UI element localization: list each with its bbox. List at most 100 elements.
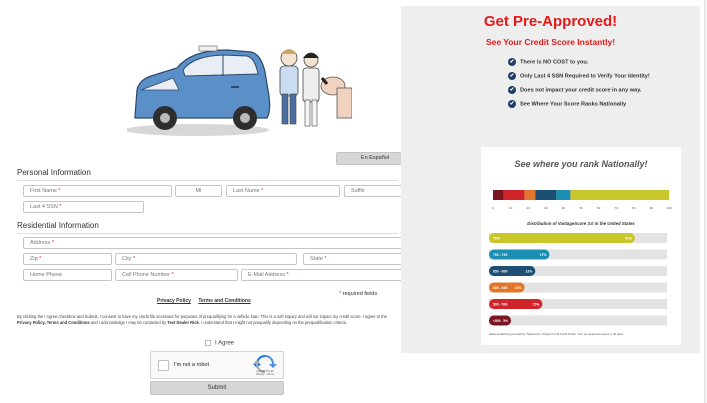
- required-mark: *: [324, 256, 327, 262]
- scale-segment: [570, 190, 669, 200]
- consent-policy-bold: Privacy Policy, Terms and Conditions: [17, 320, 90, 326]
- submit-button[interactable]: Submit: [150, 381, 284, 395]
- scale-tick-label: 50: [579, 206, 583, 210]
- email-placeholder: E-Mail Address: [248, 272, 285, 278]
- zip-field[interactable]: Zip *: [23, 253, 112, 265]
- required-mark: *: [39, 256, 42, 262]
- required-mark: *: [171, 272, 174, 278]
- address-field[interactable]: Address *: [23, 237, 410, 249]
- ssn-last4-field[interactable]: Last 4 SSN *: [23, 201, 144, 213]
- consent-part-2: and I acknowledge I may be contacted by: [89, 320, 168, 326]
- rank-footnote: National Ranking provided by TransUnion.…: [489, 332, 624, 336]
- bar-value-label: 15%: [533, 302, 540, 306]
- distribution-title: Distribution of VantageScore 3.0 in the …: [527, 221, 635, 226]
- bar-value-label: 5%: [503, 319, 508, 323]
- benefit-item: ✔ Only Last 4 SSN Required to Verify Your…: [508, 72, 650, 80]
- state-placeholder: State: [310, 256, 323, 262]
- cell-phone-placeholder: Cell Phone Number: [122, 272, 170, 278]
- benefit-text: There is NO COST to you.: [520, 59, 589, 66]
- scale-tick-label: 0: [492, 206, 494, 210]
- required-note-text: required fields: [342, 291, 378, 297]
- check-circle-icon: ✔: [508, 100, 516, 108]
- benefit-text: Does not impact your credit score in any…: [520, 87, 642, 94]
- first-name-field[interactable]: First Name *: [23, 185, 172, 197]
- email-field[interactable]: E-Mail Address *: [241, 269, 410, 281]
- lead-form: En Español Personal Information First Na…: [17, 0, 414, 403]
- policy-links: Privacy Policy Terms and Conditions: [157, 298, 257, 304]
- benefit-item: ✔ Does not impact your credit score in an…: [508, 86, 641, 94]
- consent-part-1: By clicking the I Agree checkbox and Sub…: [17, 314, 387, 319]
- panel-subtitle: See Your Credit Score Instantly!: [485, 37, 616, 47]
- residential-info-heading: Residential Information: [17, 221, 99, 230]
- consent-part-3: . I understand that I might not prequali…: [198, 320, 347, 326]
- bar-value-label: 41%: [625, 236, 632, 240]
- bar-category-label: 700 - 749: [493, 253, 507, 257]
- score-distribution-chart: 750+ 41% 700 - 749 17% 650 - 699 13% 600 - 649…: [489, 233, 667, 326]
- zip-placeholder: Zip: [30, 256, 38, 262]
- city-field[interactable]: City *: [115, 253, 297, 265]
- home-phone-placeholder: Home Phone: [30, 272, 63, 278]
- last-name-placeholder: Last Name: [233, 188, 260, 194]
- mi-placeholder: MI: [195, 188, 202, 194]
- rank-title: See where you rank Nationally!: [514, 159, 648, 169]
- ssn-placeholder: Last 4 SSN: [30, 204, 58, 210]
- recaptcha-terms-link[interactable]: Privacy - Terms: [248, 373, 282, 376]
- preapproval-panel: Get Pre-Approved! See Your Credit Score …: [401, 6, 700, 353]
- bar-value-label: 13%: [525, 269, 532, 273]
- consent-text: By clicking the I Agree checkbox and Sub…: [17, 314, 398, 326]
- national-rank-card: See where you rank Nationally! 0 10 20 30 40…: [481, 147, 681, 345]
- required-mark: *: [59, 204, 62, 210]
- benefit-item: ✔ See Where Your Score Ranks Nationally: [508, 100, 626, 108]
- required-mark: *: [339, 291, 342, 297]
- agree-checkbox[interactable]: [205, 340, 211, 346]
- terms-conditions-link[interactable]: Terms and Conditions: [198, 298, 250, 304]
- city-placeholder: City: [122, 256, 132, 262]
- scale-segment: [503, 190, 525, 200]
- recaptcha-label: I'm not a robot: [174, 362, 209, 368]
- required-mark: *: [133, 256, 136, 262]
- scale-tick-label: 70: [615, 206, 619, 210]
- scale-segment: [535, 190, 557, 200]
- home-phone-field[interactable]: Home Phone: [23, 269, 112, 281]
- panel-title: Get Pre-Approved!: [483, 13, 618, 30]
- scale-tick-label: 100: [666, 206, 671, 210]
- agree-row[interactable]: I Agree: [205, 340, 234, 347]
- check-circle-icon: ✔: [508, 72, 516, 80]
- recaptcha-widget: I'm not a robot reCAPTCHA Privacy - Term…: [150, 351, 284, 379]
- middle-initial-field[interactable]: MI: [175, 185, 222, 197]
- bar-value-label: 17%: [540, 253, 547, 257]
- scale-tick-label: 60: [597, 206, 601, 210]
- recaptcha-checkbox[interactable]: [158, 360, 169, 371]
- scale-segment: [524, 190, 536, 200]
- benefit-text: See Where Your Score Ranks Nationally: [520, 101, 627, 108]
- required-mark: *: [51, 240, 54, 246]
- section-divider: [17, 233, 398, 234]
- rank-scale-chart: 0 10 20 30 40 50 60 70 80 90 100: [492, 190, 672, 210]
- privacy-policy-link[interactable]: Privacy Policy: [157, 298, 191, 304]
- scale-segment: [493, 190, 504, 200]
- section-divider: [17, 180, 398, 181]
- required-mark: *: [58, 188, 61, 194]
- bar-value-label: 10%: [515, 286, 522, 290]
- distribution-bar: [489, 233, 635, 243]
- address-placeholder: Address: [30, 240, 51, 246]
- bar-category-label: <500: [493, 319, 501, 323]
- suffix-placeholder: Suffix: [351, 188, 365, 194]
- scale-tick-label: 10: [509, 206, 513, 210]
- bar-category-label: 600 - 649: [493, 286, 507, 290]
- scale-tick-label: 30: [544, 206, 548, 210]
- last-name-field[interactable]: Last Name *: [226, 185, 340, 197]
- consent-dealer-bold: Test Dealer Rick: [167, 320, 199, 326]
- bar-track: [489, 315, 667, 326]
- scale-segment: [556, 190, 571, 200]
- required-mark: *: [261, 188, 264, 194]
- check-circle-icon: ✔: [508, 58, 516, 66]
- scale-tick-label: 40: [562, 206, 566, 210]
- bar-category-label: 500 - 599: [493, 302, 507, 306]
- benefit-item: ✔ There is NO COST to you.: [508, 58, 588, 66]
- state-select[interactable]: State * ▼: [303, 253, 410, 265]
- cell-phone-field[interactable]: Cell Phone Number *: [115, 269, 238, 281]
- scale-tick-label: 90: [650, 206, 654, 210]
- check-circle-icon: ✔: [508, 86, 516, 94]
- bar-category-label: 750+: [493, 236, 501, 240]
